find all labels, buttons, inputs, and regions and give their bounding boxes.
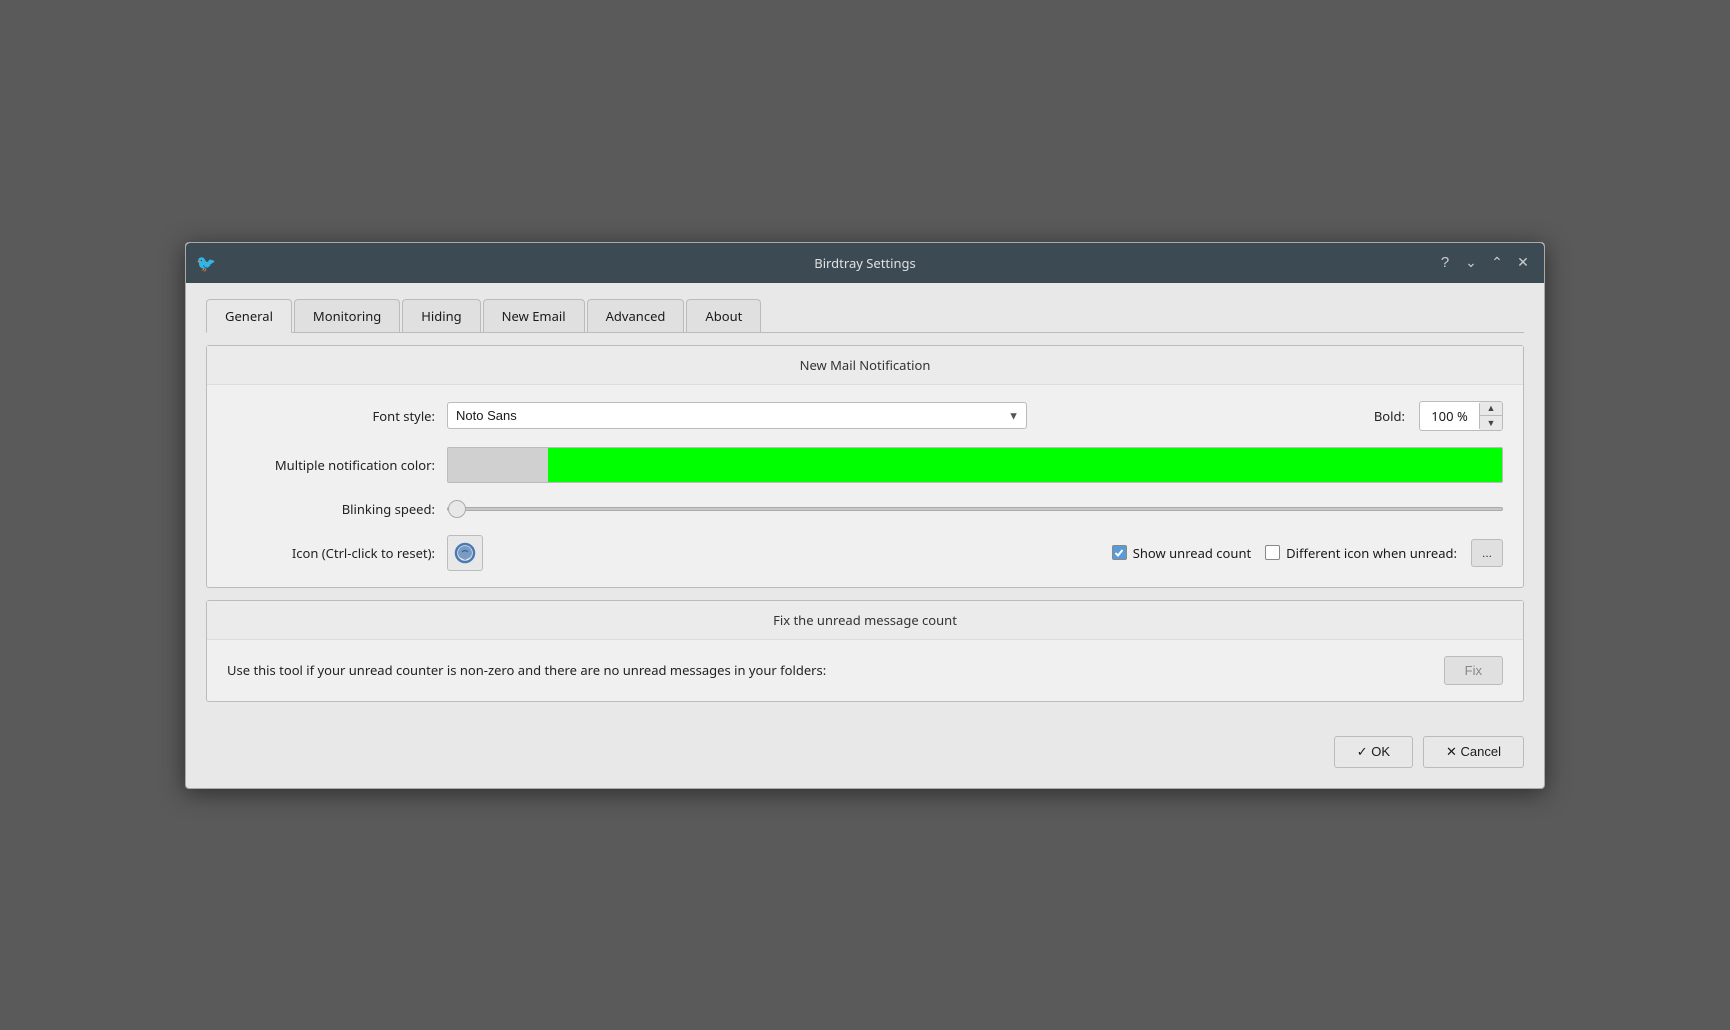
close-button[interactable]: ✕: [1512, 252, 1534, 274]
tab-bar: General Monitoring Hiding New Email Adva…: [206, 299, 1524, 333]
notification-panel-body: Font style: Noto Sans ▼ Bold: 100 %: [207, 385, 1523, 587]
fix-panel: Fix the unread message count Use this to…: [206, 600, 1524, 702]
spinbox-buttons: ▲ ▼: [1480, 402, 1502, 430]
font-style-select-wrapper: Noto Sans ▼: [447, 402, 1027, 429]
font-style-select[interactable]: Noto Sans: [447, 402, 1027, 429]
minimize-button[interactable]: ⌄: [1460, 252, 1482, 274]
ellipsis-button[interactable]: ...: [1471, 539, 1503, 567]
fix-panel-title: Fix the unread message count: [207, 601, 1523, 640]
icon-right-options: Show unread count Different icon when un…: [1112, 539, 1503, 567]
font-right: Bold: 100 % ▲ ▼: [1374, 401, 1503, 431]
show-unread-option[interactable]: Show unread count: [1112, 544, 1251, 562]
color-row: Multiple notification color:: [227, 447, 1503, 483]
font-style-row: Font style: Noto Sans ▼ Bold: 100 %: [227, 401, 1503, 431]
fix-description: Use this tool if your unread counter is …: [227, 661, 1432, 679]
tab-new-email[interactable]: New Email: [483, 299, 585, 332]
blinking-label: Blinking speed:: [227, 500, 447, 518]
birdtray-icon: [454, 542, 476, 564]
app-icon: 🐦: [196, 252, 216, 274]
spinbox-down-button[interactable]: ▼: [1480, 416, 1502, 430]
fix-panel-body: Use this tool if your unread counter is …: [207, 640, 1523, 701]
window-title: Birdtray Settings: [814, 254, 915, 272]
bold-value: 100 %: [1420, 403, 1480, 429]
titlebar: 🐦 Birdtray Settings ? ⌄ ⌃ ✕: [186, 243, 1544, 283]
icon-button[interactable]: [447, 535, 483, 571]
window-body: General Monitoring Hiding New Email Adva…: [186, 283, 1544, 788]
color-preview[interactable]: [447, 447, 1503, 483]
bottom-bar: ✓ OK ✕ Cancel: [206, 726, 1524, 768]
blinking-row: Blinking speed:: [227, 499, 1503, 519]
icon-label: Icon (Ctrl-click to reset):: [227, 544, 447, 562]
show-unread-label: Show unread count: [1133, 544, 1251, 562]
color-label: Multiple notification color:: [227, 456, 447, 474]
tab-general[interactable]: General: [206, 299, 292, 333]
bold-label: Bold:: [1374, 407, 1405, 425]
fix-button[interactable]: Fix: [1444, 656, 1503, 685]
bold-spinbox: 100 % ▲ ▼: [1419, 401, 1503, 431]
tab-advanced[interactable]: Advanced: [587, 299, 685, 332]
checkbox-checkmark-icon: [1114, 548, 1124, 558]
font-style-label: Font style:: [227, 407, 447, 425]
tab-hiding[interactable]: Hiding: [402, 299, 480, 332]
diff-icon-option[interactable]: Different icon when unread:: [1265, 544, 1457, 562]
color-preview-left: [448, 448, 548, 482]
icon-row: Icon (Ctrl-click to reset):: [227, 535, 1503, 571]
notification-panel-title: New Mail Notification: [207, 346, 1523, 385]
titlebar-left: 🐦: [196, 252, 216, 274]
maximize-button[interactable]: ⌃: [1486, 252, 1508, 274]
color-preview-green: [548, 448, 1502, 482]
diff-icon-checkbox[interactable]: [1265, 545, 1280, 560]
titlebar-controls: ? ⌄ ⌃ ✕: [1434, 252, 1534, 274]
font-left: Font style: Noto Sans ▼: [227, 402, 1374, 429]
tab-monitoring[interactable]: Monitoring: [294, 299, 400, 332]
show-unread-checkbox[interactable]: [1112, 545, 1127, 560]
diff-icon-label: Different icon when unread:: [1286, 544, 1457, 562]
main-window: 🐦 Birdtray Settings ? ⌄ ⌃ ✕ General Moni…: [185, 242, 1545, 789]
cancel-button[interactable]: ✕ Cancel: [1423, 736, 1524, 768]
spinbox-up-button[interactable]: ▲: [1480, 402, 1502, 416]
ok-button[interactable]: ✓ OK: [1334, 736, 1413, 768]
help-button[interactable]: ?: [1434, 252, 1456, 274]
tab-about[interactable]: About: [686, 299, 761, 332]
notification-panel: New Mail Notification Font style: Noto S…: [206, 345, 1524, 588]
blinking-slider[interactable]: [447, 499, 1503, 519]
